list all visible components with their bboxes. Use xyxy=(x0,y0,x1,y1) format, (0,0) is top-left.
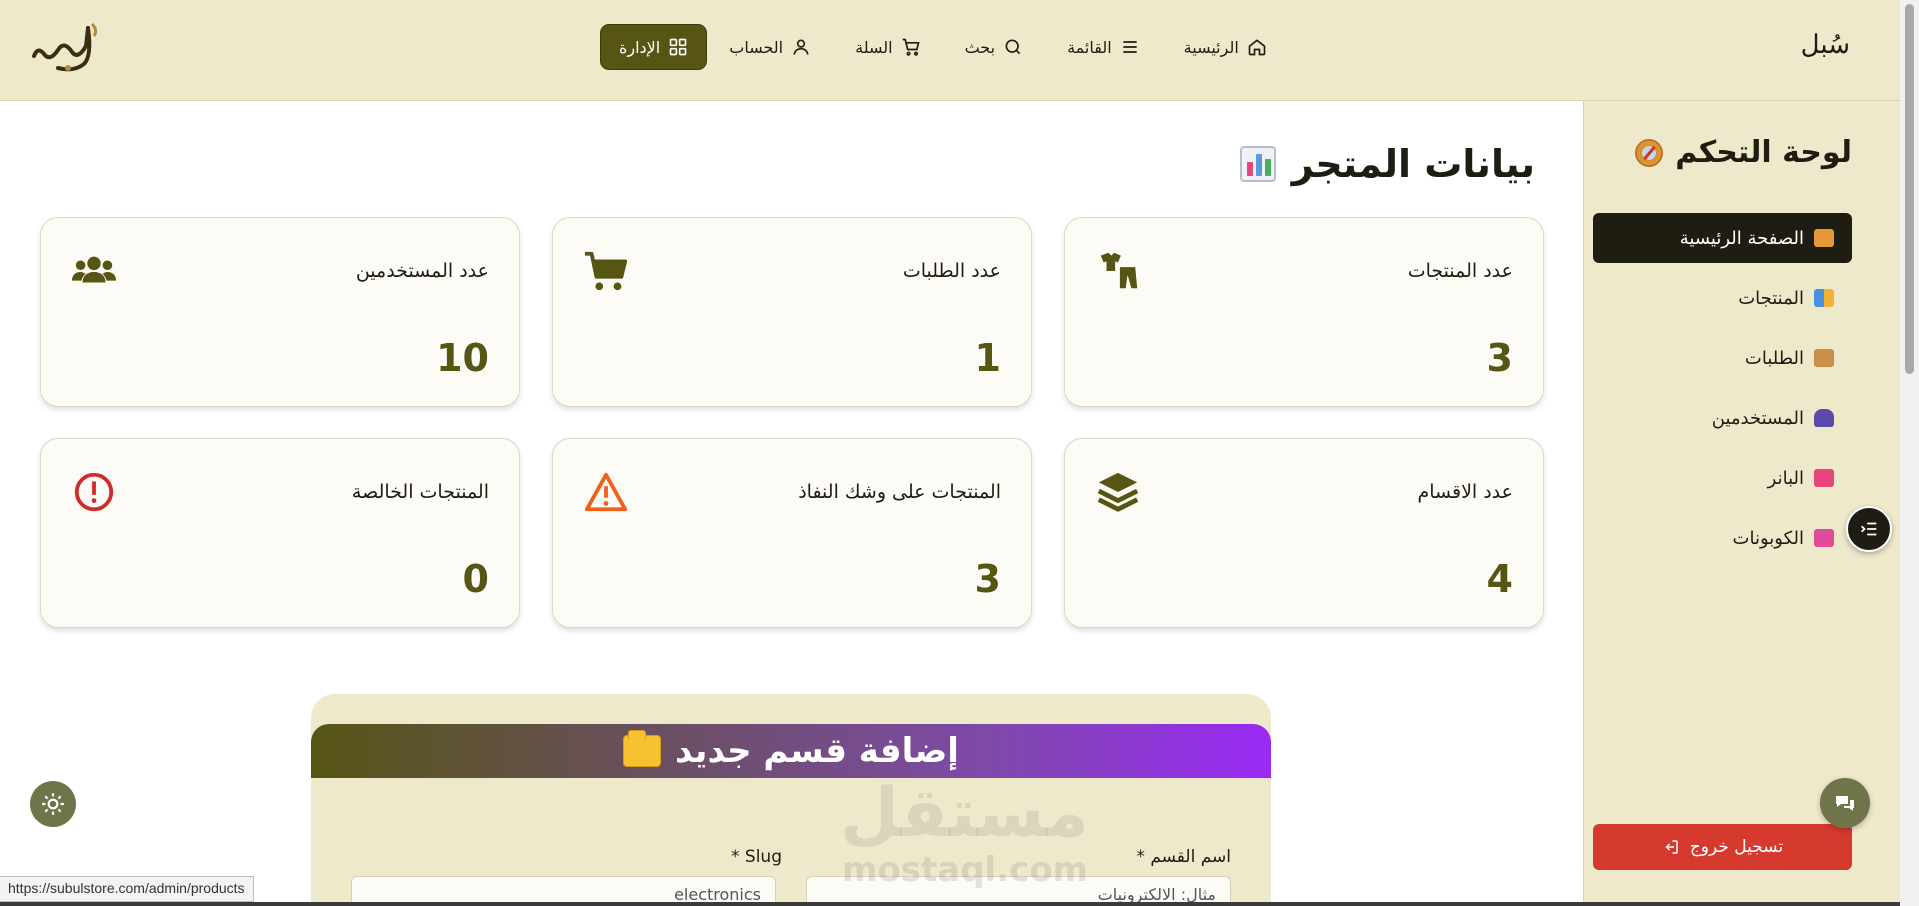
sidebar-title-text: لوحة التحكم xyxy=(1675,135,1852,170)
stat-label: المنتجات على وشك النفاذ xyxy=(798,481,1001,503)
stat-label: عدد الطلبات xyxy=(902,260,1001,282)
scrollbar-thumb[interactable] xyxy=(1905,4,1914,374)
stat-card-categories: عدد الاقسام 4 xyxy=(1064,438,1544,628)
nav-search[interactable]: بحث xyxy=(943,24,1046,70)
clothes-icon xyxy=(1100,252,1138,289)
stat-card-low-stock: المنتجات على وشك النفاذ 3 xyxy=(552,438,1032,628)
slug-label: Slug * xyxy=(731,847,782,867)
layers-icon xyxy=(1097,472,1139,512)
sidebar-item-label: البانر xyxy=(1767,467,1804,489)
sidebar-item-products[interactable]: المنتجات xyxy=(1593,273,1852,323)
stat-value: 1 xyxy=(974,336,1001,380)
nav-menu-label: القائمة xyxy=(1067,37,1112,57)
sidebar-item-orders[interactable]: الطلبات xyxy=(1593,333,1852,383)
stat-label: عدد المنتجات xyxy=(1407,260,1513,282)
stat-label: المنتجات الخالصة xyxy=(351,481,489,503)
nav-admin-button[interactable]: الإدارة xyxy=(600,24,708,70)
top-navbar: سُبل الرئيسية القائمة بحث السلة الحساب ا… xyxy=(0,0,1900,101)
sidebar-item-label: الكوبونات xyxy=(1732,527,1804,549)
sidebar-item-label: المستخدمين xyxy=(1711,407,1804,429)
sun-icon xyxy=(42,793,64,815)
stat-card-products: عدد المنتجات 3 xyxy=(1064,217,1544,407)
compass-icon xyxy=(1635,138,1664,167)
shopping-bags-icon xyxy=(1814,289,1834,307)
page-title: بيانات المتجر xyxy=(1239,142,1535,186)
nav-cart[interactable]: السلة xyxy=(833,24,942,70)
nav-search-label: بحث xyxy=(964,37,996,57)
bar-chart-icon xyxy=(1239,146,1276,182)
watermark-text: mostaql.com xyxy=(842,850,1089,890)
warning-icon xyxy=(584,472,628,512)
page-scrollbar[interactable] xyxy=(1900,0,1919,906)
logout-button[interactable]: تسجيل خروج xyxy=(1593,824,1852,870)
cart-icon xyxy=(584,251,628,291)
status-bar-url: https://subulstore.com/admin/products xyxy=(0,876,254,902)
sidebar-item-banner[interactable]: البانر xyxy=(1593,453,1852,503)
nav-menu[interactable]: القائمة xyxy=(1045,24,1162,70)
main-nav: الرئيسية القائمة بحث السلة الحساب الإدار… xyxy=(600,24,1289,70)
stat-label: عدد الاقسام xyxy=(1417,481,1513,503)
sidebar-title: لوحة التحكم xyxy=(1635,135,1852,170)
watermark-logo: مستقل xyxy=(840,774,1089,853)
cart-icon xyxy=(902,38,920,56)
users-icon xyxy=(71,256,117,283)
nav-home-label: الرئيسية xyxy=(1183,37,1239,57)
sidebar-menu: الصفحة الرئيسية المنتجات الطلبات المستخد… xyxy=(1593,213,1852,573)
search-icon xyxy=(1005,39,1021,55)
menu-icon xyxy=(1122,41,1137,53)
add-category-header: إضافة قسم جديد xyxy=(311,724,1271,778)
users-icon xyxy=(1814,409,1834,427)
stat-label: عدد المستخدمين xyxy=(355,260,489,282)
sidebar-toggle-button[interactable] xyxy=(1846,506,1892,552)
brand-logo[interactable] xyxy=(28,16,108,76)
nav-home[interactable]: الرئيسية xyxy=(1162,24,1289,70)
add-category-title: إضافة قسم جديد xyxy=(675,731,959,771)
stat-value: 3 xyxy=(974,557,1001,601)
bottom-divider xyxy=(0,902,1900,906)
logout-label: تسجيل خروج xyxy=(1689,837,1784,857)
brand-name[interactable]: سُبل xyxy=(1801,30,1850,60)
chat-icon xyxy=(1836,796,1854,811)
folder-icon xyxy=(623,730,662,767)
sidebar-item-coupons[interactable]: الكوبونات xyxy=(1593,513,1852,563)
sidebar-item-label: المنتجات xyxy=(1738,287,1804,309)
home-icon xyxy=(1248,39,1266,56)
nav-account-label: الحساب xyxy=(729,37,784,57)
stat-value: 3 xyxy=(1486,336,1513,380)
nav-cart-label: السلة xyxy=(855,37,893,57)
stat-value: 4 xyxy=(1486,557,1513,601)
dashboard-icon xyxy=(669,38,687,56)
theme-toggle-button[interactable] xyxy=(30,781,76,827)
logout-icon xyxy=(1665,840,1678,854)
category-name-label: اسم القسم * xyxy=(1136,847,1231,867)
package-icon xyxy=(1814,349,1834,367)
list-toggle-icon xyxy=(1861,522,1877,536)
stat-value: 10 xyxy=(436,336,489,380)
page-title-text: بيانات المتجر xyxy=(1291,142,1535,186)
chat-button[interactable] xyxy=(1820,778,1870,828)
stat-value: 0 xyxy=(462,557,489,601)
sidebar-item-label: الصفحة الرئيسية xyxy=(1679,227,1804,249)
stat-card-out-of-stock: المنتجات الخالصة 0 xyxy=(40,438,520,628)
nav-account[interactable]: الحساب xyxy=(707,24,833,70)
stat-card-orders: عدد الطلبات 1 xyxy=(552,217,1032,407)
sidebar-item-label: الطلبات xyxy=(1744,347,1804,369)
megaphone-icon xyxy=(1814,469,1834,487)
nav-admin-label: الإدارة xyxy=(619,37,661,57)
stat-card-users: عدد المستخدمين 10 xyxy=(40,217,520,407)
house-icon xyxy=(1814,229,1834,247)
add-category-panel: إضافة قسم جديد اسم القسم * مثال: الالكتر… xyxy=(311,694,1271,906)
alert-circle-icon xyxy=(74,472,114,512)
ticket-icon xyxy=(1814,529,1834,547)
sidebar-item-users[interactable]: المستخدمين xyxy=(1593,393,1852,443)
user-icon xyxy=(793,39,809,55)
sidebar-item-home[interactable]: الصفحة الرئيسية xyxy=(1593,213,1852,263)
